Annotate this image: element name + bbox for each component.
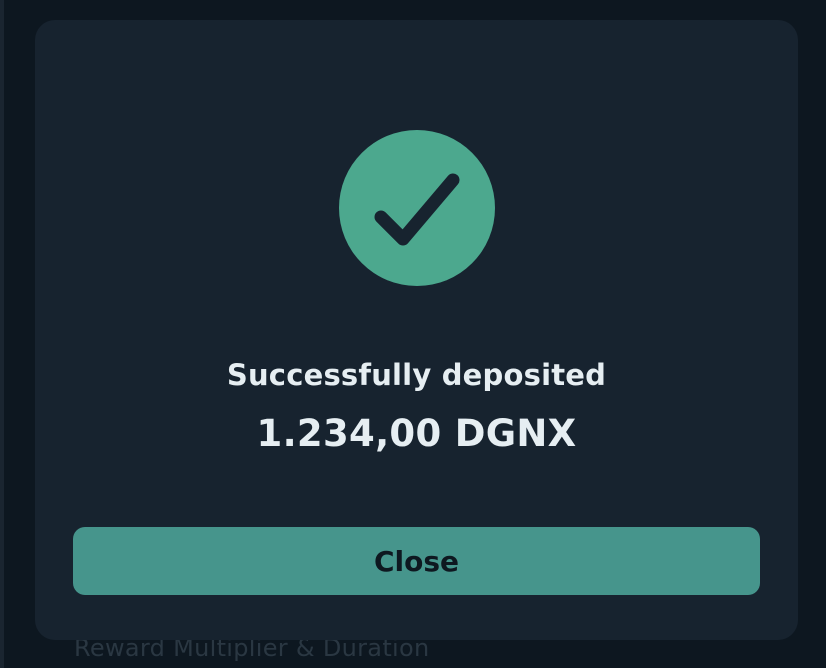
left-edge-divider — [0, 0, 4, 668]
success-badge — [339, 130, 495, 286]
success-title: Successfully deposited — [226, 358, 607, 392]
close-button[interactable]: Close — [73, 527, 760, 595]
deposited-amount: 1.234,00 DGNX — [256, 412, 577, 455]
checkmark-icon — [374, 173, 460, 246]
deposit-success-modal: Successfully deposited 1.234,00 DGNX Clo… — [35, 20, 798, 640]
